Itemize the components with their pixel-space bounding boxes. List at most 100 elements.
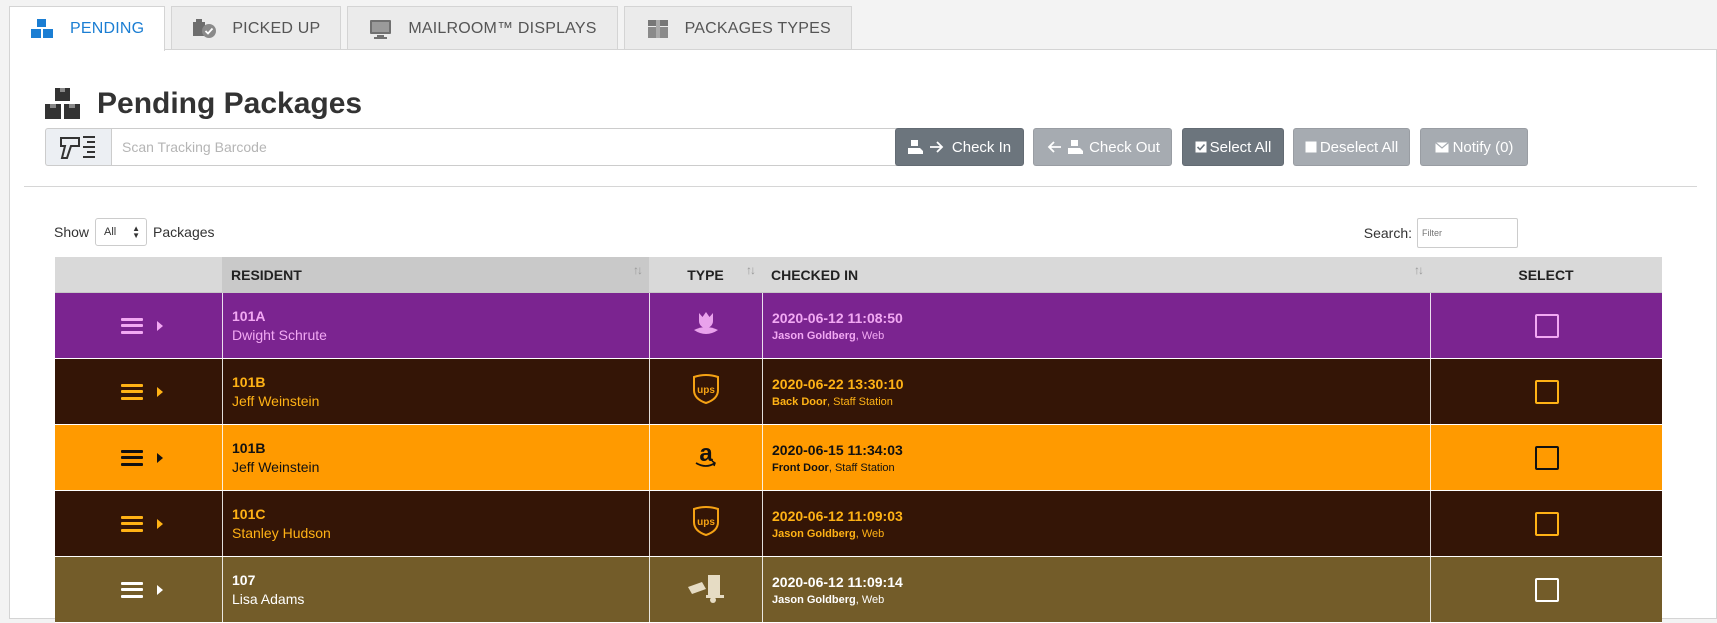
select-cell [1430,557,1662,622]
checked-in-time: 2020-06-12 11:09:14 [772,573,903,590]
expand-caret-icon[interactable] [156,386,163,397]
expand-caret-icon[interactable] [156,320,163,331]
packages-table: RESIDENT ↑↓ TYPE ↑↓ CHECKED IN ↑↓ SELECT [55,257,1662,623]
checked-in-by-name: Jason Goldberg [772,329,856,342]
checked-in-time: 2020-06-15 11:34:03 [772,441,903,458]
notify-button[interactable]: Notify (0) [1420,128,1528,166]
resident-unit: 101B [232,440,266,456]
checked-in-by: Front Door, Staff Station [772,462,1430,474]
checked-in-time: 2020-06-22 13:30:10 [772,375,904,392]
header-type-label: TYPE [687,266,724,283]
divider [24,186,1697,187]
table-row[interactable]: 101A Dwight Schrute 2020-06-12 11:08:50 … [55,293,1662,359]
scan-addon [45,128,111,166]
deselect-all-label: Deselect All [1319,138,1399,156]
row-select-checkbox[interactable] [1534,577,1559,602]
pending-panel: Pending Packages Check In C [9,49,1717,623]
envelope-icon [1434,141,1449,152]
menu-icon[interactable] [120,515,143,532]
check-out-label: Check Out [1089,138,1160,156]
check-in-button[interactable]: Check In [895,128,1024,166]
header-actions [55,257,222,292]
notify-label: Notify (0) [1452,138,1514,156]
resident-name: Dwight Schrute [232,327,327,343]
resident-cell: 101C Stanley Hudson [222,491,649,556]
checked-in-by: Jason Goldberg, Web [772,330,1430,342]
page-size-select[interactable]: All ▲ ▼ [95,218,148,246]
show-label: Show [54,224,90,240]
svg-text:ups: ups [697,517,715,528]
row-select-checkbox[interactable] [1534,511,1559,536]
expand-caret-icon[interactable] [156,452,163,463]
page-title: Pending Packages [97,87,363,120]
header-select: SELECT [1430,257,1662,292]
row-actions [55,557,222,622]
tab-package-types-label: PACKAGES TYPES [684,19,831,37]
tab-pending[interactable]: PENDING [9,6,166,51]
checked-in-by-name: Front Door [772,461,829,474]
checked-in-cell: 2020-06-22 13:30:10 Back Door, Staff Sta… [762,359,1430,424]
expand-caret-icon[interactable] [156,584,163,595]
select-cell [1430,425,1662,490]
tab-picked-up-label: PICKED UP [232,19,321,37]
table-row[interactable]: 107 Lisa Adams 2020-06-12 11:09:14 Jason… [55,557,1662,623]
table-row[interactable]: 101B Jeff Weinstein ups 2020-06-22 13:30… [55,359,1662,425]
menu-icon[interactable] [120,449,143,466]
table-row[interactable]: 101C Stanley Hudson ups 2020-06-12 11:09… [55,491,1662,557]
checked-in-by-name: Jason Goldberg [772,527,856,540]
tab-package-types[interactable]: PACKAGES TYPES [623,6,852,50]
resident-unit: 101A [232,308,266,324]
empty-box-icon [1305,141,1317,153]
row-select-checkbox[interactable] [1534,379,1559,404]
check-out-icon [1047,140,1084,154]
tab-mailroom-displays[interactable]: MAILROOM™ DISPLAYS [347,6,618,50]
checked-in-via: , Web [855,593,885,606]
sort-icon: ↑↓ [746,263,756,277]
resident-cell: 107 Lisa Adams [222,557,649,622]
resident-name: Lisa Adams [232,591,305,607]
menu-icon[interactable] [120,581,143,598]
checked-in-via: , Web [855,329,885,342]
resident-name: Jeff Weinstein [232,393,320,409]
select-all-button[interactable]: Select All [1182,128,1284,166]
check-in-icon [907,140,944,154]
checked-in-via: , Staff Station [828,461,895,474]
check-out-button[interactable]: Check Out [1033,128,1172,166]
row-select-checkbox[interactable] [1534,445,1559,470]
header-checked-in[interactable]: CHECKED IN ↑↓ [762,257,1430,292]
row-select-checkbox[interactable] [1534,313,1559,338]
type-cell [649,557,762,622]
scan-barcode-input[interactable] [111,128,970,166]
header-resident[interactable]: RESIDENT ↑↓ [222,257,649,292]
resident-name: Stanley Hudson [232,525,331,541]
page-header: Pending Packages [45,87,362,121]
checked-in-time: 2020-06-12 11:08:50 [772,309,903,326]
svg-text:a: a [699,440,713,467]
checked-in-via: , Staff Station [827,395,893,408]
type-cell: ups [649,491,762,556]
menu-icon[interactable] [120,383,143,400]
monitor-icon [370,19,392,39]
row-actions [55,359,222,424]
resident-cell: 101A Dwight Schrute [222,293,649,358]
table-row[interactable]: 101B Jeff Weinstein a 2020-06-15 11:34:0… [55,425,1662,491]
select-cell [1430,359,1662,424]
checked-box-icon [1195,141,1207,153]
search-label: Search: [1363,225,1412,241]
deselect-all-button[interactable]: Deselect All [1293,128,1410,166]
tab-picked-up[interactable]: PICKED UP [171,6,342,50]
page-size-control: Show All ▲ ▼ Packages [54,218,215,246]
search-input[interactable] [1417,218,1518,248]
header-select-label: SELECT [1518,266,1574,283]
checked-in-by-name: Jason Goldberg [772,593,856,606]
scan-barcode-group [45,128,970,166]
table-header: RESIDENT ↑↓ TYPE ↑↓ CHECKED IN ↑↓ SELECT [55,257,1662,293]
picked-up-icon [193,18,217,38]
header-type[interactable]: TYPE ↑↓ [649,257,762,292]
menu-icon[interactable] [120,317,143,334]
select-all-label: Select All [1209,138,1272,156]
checked-in-cell: 2020-06-15 11:34:03 Front Door, Staff St… [762,425,1430,490]
flower-icon [691,308,721,343]
expand-caret-icon[interactable] [156,518,163,529]
row-actions [55,425,222,490]
